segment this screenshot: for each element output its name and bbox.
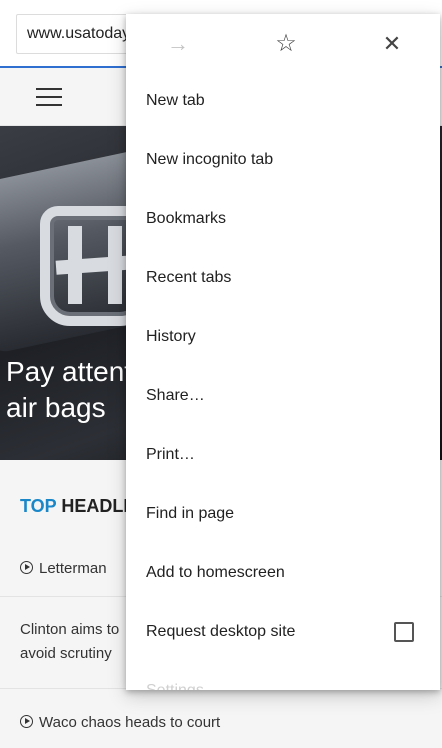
desktop-site-checkbox[interactable] <box>394 622 414 642</box>
menu-item-print[interactable]: Print… <box>126 426 440 484</box>
menu-item-share[interactable]: Share… <box>126 367 440 425</box>
menu-item-label: Request desktop site <box>146 623 296 640</box>
hamburger-menu-icon[interactable] <box>36 88 62 106</box>
menu-toolbar: → ☆ ✕ <box>126 14 440 72</box>
menu-item-new-incognito-tab[interactable]: New incognito tab <box>126 131 440 189</box>
menu-item-add-to-homescreen[interactable]: Add to homescreen <box>126 544 440 602</box>
close-icon[interactable]: ✕ <box>376 28 408 60</box>
play-circle-icon <box>20 715 33 728</box>
bookmark-star-icon[interactable]: ☆ <box>270 28 302 60</box>
overflow-menu: → ☆ ✕ New tab New incognito tab Bookmark… <box>126 14 440 690</box>
menu-item-find-in-page[interactable]: Find in page <box>126 485 440 543</box>
headline-item[interactable]: Waco chaos heads to court <box>20 714 220 731</box>
menu-item-new-tab[interactable]: New tab <box>126 72 440 130</box>
headline-text: Waco chaos heads to court <box>39 714 221 731</box>
menu-item-bookmarks[interactable]: Bookmarks <box>126 190 440 248</box>
headline-text: Letterman <box>39 560 107 577</box>
section-title-accent: TOP <box>20 496 57 516</box>
headline-item[interactable]: Clinton aims to avoid scrutiny <box>20 618 140 666</box>
headline-text: Clinton aims to avoid scrutiny <box>20 621 120 662</box>
menu-item-history[interactable]: History <box>126 308 440 366</box>
forward-arrow-icon[interactable]: → <box>162 28 194 60</box>
play-circle-icon <box>20 561 33 574</box>
menu-item-request-desktop-site[interactable]: Request desktop site <box>126 603 440 661</box>
menu-item-settings[interactable]: Settings <box>126 662 440 690</box>
menu-item-recent-tabs[interactable]: Recent tabs <box>126 249 440 307</box>
headline-item[interactable]: Letterman <box>20 560 107 577</box>
